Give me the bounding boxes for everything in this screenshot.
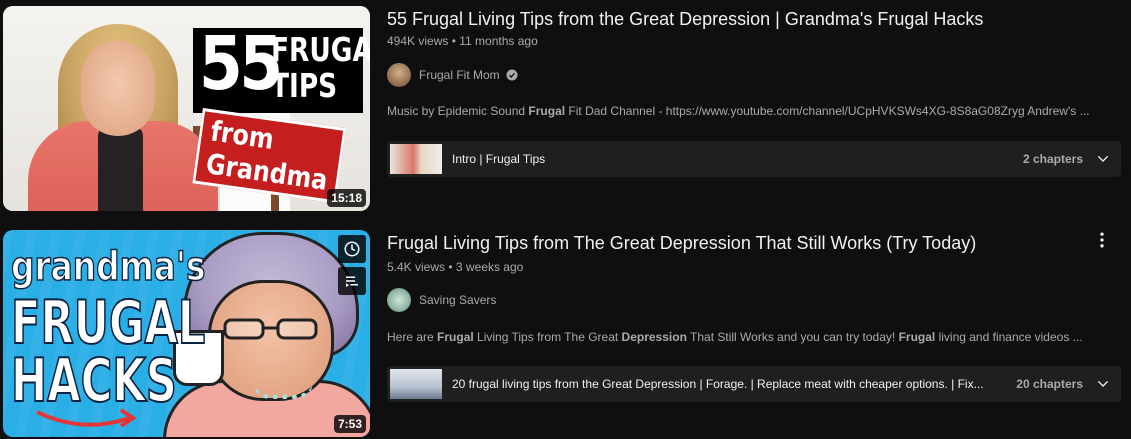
meta-separator: • [448,260,453,274]
channel-name[interactable]: Saving Savers [419,293,496,307]
chevron-down-icon[interactable] [1095,376,1111,392]
desc-text: Fit Dad Channel - https://www.youtube.co… [565,104,1090,118]
desc-text: Living Tips from The Great [473,330,622,344]
chapter-title: Intro | Frugal Tips [452,152,546,166]
thumbnail-text-grandmas: grandma's [10,243,206,291]
thumbnail-person-shirt [98,126,143,211]
watch-later-button[interactable] [338,235,366,263]
video-title[interactable]: Frugal Living Tips from The Great Depres… [387,233,976,254]
channel-avatar[interactable] [387,63,411,87]
video-meta: 494K views • 11 months ago [387,34,538,48]
video-description: Music by Epidemic Sound Frugal Fit Dad C… [387,104,1090,118]
duration-badge: 7:53 [333,415,366,433]
thumbnail-arrow [36,408,137,428]
thumbnail-pearls [253,382,313,399]
chevron-down-icon[interactable] [1095,151,1111,167]
channel-avatar[interactable] [387,288,411,312]
clock-icon [344,241,360,257]
channel-info[interactable]: Frugal Fit Mom [387,63,518,87]
video-description: Here are Frugal Living Tips from The Gre… [387,330,1083,344]
channel-info[interactable]: Saving Savers [387,288,496,312]
video-result-2: grandma's FRUGAL HACKS 7:53 Frugal Livin [0,228,1131,439]
chapter-count: 2 chapters [1022,152,1083,166]
video-thumbnail-2[interactable]: grandma's FRUGAL HACKS 7:53 [3,230,370,437]
video-title[interactable]: 55 Frugal Living Tips from the Great Dep… [387,9,983,30]
duration-badge: 15:18 [327,189,366,207]
more-vert-icon [1100,232,1104,248]
desc-highlight: Depression [621,330,687,344]
desc-text: That Still Works and you can try today! [686,330,899,344]
thumbnail-number: 55 [199,21,283,107]
thumbnail-hover-actions [338,235,366,299]
chapter-thumbnail [390,144,442,174]
video-thumbnail-1[interactable]: 55 FRUGAL TIPS from Grandma 15:18 [3,6,370,211]
upload-age: 3 weeks ago [455,260,524,274]
chapters-bar[interactable]: Intro | Frugal Tips 2 chapters [387,141,1121,177]
desc-text: Music by Epidemic Sound [387,104,529,118]
chapter-thumbnail [390,369,442,399]
chapters-bar[interactable]: 20 frugal living tips from the Great Dep… [387,366,1121,402]
channel-name[interactable]: Frugal Fit Mom [419,68,500,82]
verified-check-icon [506,69,518,81]
chapter-count: 20 chapters [1016,377,1083,391]
thumbnail-person-face [81,41,155,136]
upload-age: 11 months ago [459,34,538,48]
view-count: 5.4K views [387,260,446,274]
desc-highlight: Frugal [898,330,936,344]
queue-icon [346,276,358,287]
meta-separator: • [451,34,456,48]
thumbnail-text-frugal: FRUGAL [271,30,370,69]
desc-highlight: Frugal [528,104,566,118]
video-result-1: 55 FRUGAL TIPS from Grandma 15:18 55 Fru… [0,0,1131,212]
desc-highlight: Frugal [437,330,474,344]
add-to-queue-button[interactable] [338,267,366,295]
thumbnail-text-tips: TIPS [271,66,338,105]
desc-text: Here are [387,330,438,344]
desc-text: living and finance videos ... [935,330,1083,344]
view-count: 494K views [387,34,449,48]
video-meta: 5.4K views • 3 weeks ago [387,260,523,274]
more-actions-button[interactable] [1092,228,1112,252]
chapter-title: 20 frugal living tips from the Great Dep… [452,377,984,391]
thumbnail-glasses [223,318,318,340]
